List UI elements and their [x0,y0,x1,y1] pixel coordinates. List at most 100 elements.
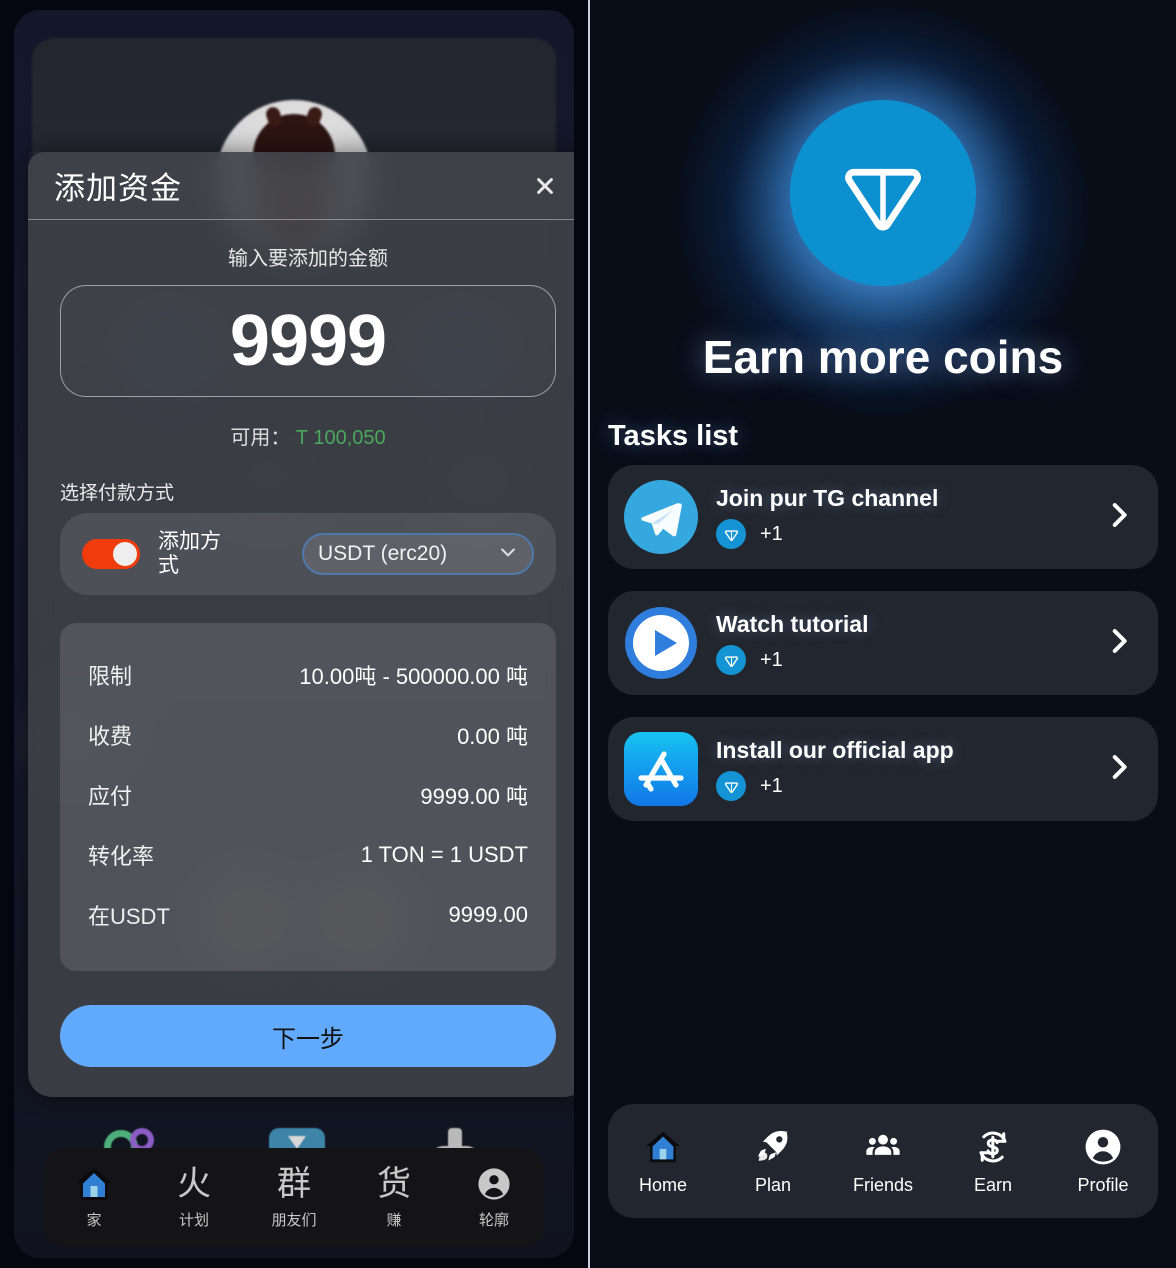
task-title: Watch tutorial [716,611,869,637]
nav-label: 朋友们 [271,1211,317,1229]
table-row: 转化率 1 TON = 1 USDT [88,825,528,885]
task-content: Watch tutorial +1 [716,611,868,675]
friends-icon [864,1127,902,1167]
nav-label: Plan [754,1174,792,1195]
close-icon[interactable] [530,171,560,201]
row-key: 在USDT [88,904,170,929]
ton-coin-icon [790,100,976,286]
chevron-down-icon [498,542,518,567]
table-row: 应付 9999.00 吨 [88,765,528,825]
row-value: 0.00 吨 [457,724,528,749]
nav-item-home[interactable]: 家 [44,1165,144,1230]
tasks-list: Join pur TG channel +1 Watch tutorial +1… [590,465,1176,821]
task-row[interactable]: Install our official app +1 [608,717,1158,821]
chevron-right-icon[interactable] [1102,750,1136,789]
chevron-right-icon[interactable] [1102,498,1136,537]
profile-icon [477,1165,511,1203]
toggle-knob [113,542,137,566]
ton-coin-icon [716,519,746,549]
nav-item-plan[interactable]: 火 计划 [144,1165,244,1230]
nav-label: 赚 [386,1211,402,1229]
nav-label: 计划 [178,1211,209,1229]
nav-item-earn[interactable]: 货 赚 [344,1165,444,1230]
nav-label: Home [638,1174,687,1195]
row-key: 收费 [88,724,133,749]
nav-item-profile[interactable]: Profile [1048,1127,1158,1196]
row-key: 转化率 [88,844,155,869]
left-app-shell: 添加资金 输入要添加的金额 9999 可用： T 100,050 选择付款方式 … [14,10,574,1258]
task-reward: +1 [716,519,938,549]
nav-item-profile[interactable]: 轮廓 [444,1165,544,1230]
profile-icon [1084,1127,1122,1167]
nav-item-friends[interactable]: 群 朋友们 [244,1165,344,1230]
currency-select[interactable]: USDT (erc20) [302,533,534,575]
play-circle-icon [624,606,698,680]
nav-label: 家 [86,1211,102,1229]
nav-item-friends[interactable]: Friends [828,1127,938,1196]
task-content: Install our official app +1 [716,737,954,801]
telegram-icon [624,480,698,554]
task-title: Join pur TG channel [716,485,939,511]
task-reward-value: +1 [760,648,783,671]
home-icon [644,1127,682,1167]
left-phone-panel: 添加资金 输入要添加的金额 9999 可用： T 100,050 选择付款方式 … [0,0,588,1268]
left-bottom-navigation: 家 火 计划 群 朋友们 货 赚 轮廓 [44,1148,544,1246]
hero-section [590,0,1176,420]
nav-label: 轮廓 [478,1211,509,1229]
row-value: 1 TON = 1 USDT [360,842,528,867]
task-reward: +1 [716,645,868,675]
nav-item-plan[interactable]: Plan [718,1127,828,1196]
nav-item-earn[interactable]: Earn [938,1127,1048,1196]
home-icon [74,1165,114,1203]
ton-coin-icon [716,645,746,675]
row-key: 应付 [88,784,133,809]
task-reward-value: +1 [760,522,783,545]
next-step-button[interactable]: 下一步 [60,1005,556,1067]
group-glyph-icon: 群 [277,1164,311,1203]
row-value: 10.00吨 - 500000.00 吨 [299,664,528,689]
task-reward-value: +1 [760,774,783,797]
fire-glyph-icon: 火 [177,1164,211,1203]
chevron-right-icon[interactable] [1102,624,1136,663]
table-row: 收费 0.00 吨 [88,705,528,765]
task-title: Install our official app [716,737,954,763]
ton-coin-icon [716,771,746,801]
amount-input[interactable]: 9999 [60,285,556,397]
page-title: Earn more coins [702,331,1064,383]
payment-method-label: 选择付款方式 [60,483,175,504]
toggle-label: 添加方式 [158,529,221,577]
row-value: 9999.00 吨 [420,784,528,809]
task-row[interactable]: Watch tutorial +1 [608,591,1158,695]
payment-method-toggle[interactable] [82,539,140,569]
available-value: T 100,050 [295,427,386,449]
nav-label: Profile [1077,1174,1129,1195]
right-phone-panel: Earn more coins Tasks list Join pur TG c… [588,0,1176,1268]
right-bottom-navigation: Home Plan Friends Earn Profile [608,1104,1158,1218]
currency-select-value: USDT (erc20) [318,542,448,565]
payment-method-card: 添加方式 USDT (erc20) [60,513,556,595]
available-balance: 可用： T 100,050 [60,421,556,450]
modal-header: 添加资金 [28,152,574,220]
amount-input-value: 9999 [229,301,387,381]
screenshot-root: 添加资金 输入要添加的金额 9999 可用： T 100,050 选择付款方式 … [0,0,1176,1268]
transaction-details-table: 限制 10.00吨 - 500000.00 吨 收费 0.00 吨 应付 999… [60,623,556,971]
row-value: 9999.00 [448,902,528,927]
rocket-icon [754,1127,792,1167]
available-label: 可用： [230,427,291,449]
tasks-list-heading: Tasks list [608,420,739,452]
nav-item-home[interactable]: Home [608,1127,718,1196]
nav-label: Earn [973,1174,1013,1195]
row-key: 限制 [88,664,133,689]
task-content: Join pur TG channel +1 [716,485,938,549]
modal-title: 添加资金 [54,171,182,206]
goods-glyph-icon: 货 [377,1164,411,1203]
app-store-icon [624,732,698,806]
amount-input-label: 输入要添加的金额 [228,248,388,270]
task-reward: +1 [716,771,954,801]
table-row: 限制 10.00吨 - 500000.00 吨 [88,645,528,705]
task-row[interactable]: Join pur TG channel +1 [608,465,1158,569]
table-row: 在USDT 9999.00 [88,885,528,945]
earn-refresh-dollar-icon [974,1127,1012,1167]
add-funds-modal: 添加资金 输入要添加的金额 9999 可用： T 100,050 选择付款方式 … [28,152,574,1097]
nav-label: Friends [852,1174,914,1195]
